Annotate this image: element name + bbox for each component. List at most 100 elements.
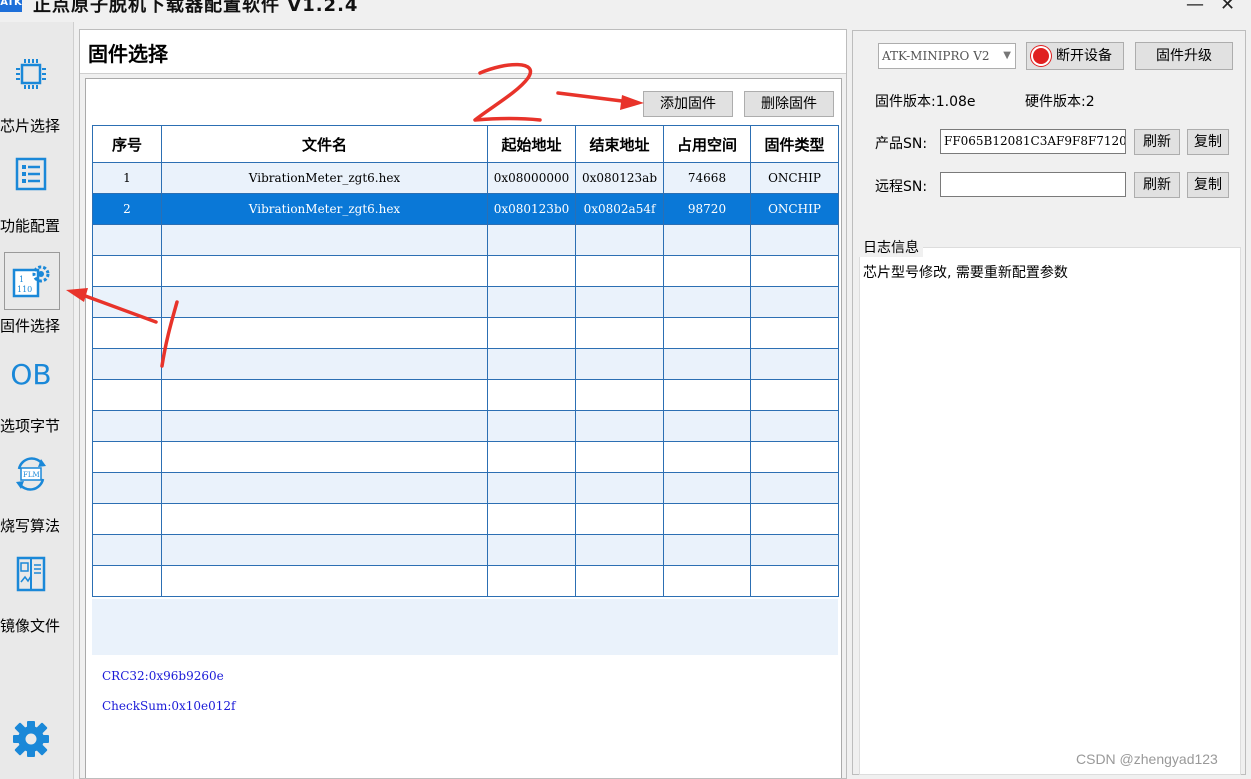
log-title: 日志信息	[859, 237, 923, 257]
minimize-button[interactable]: —	[1186, 0, 1204, 15]
table-cell-empty	[161, 410, 488, 442]
app-logo-icon: ATK	[0, 0, 22, 12]
table-row-empty[interactable]	[92, 348, 839, 380]
close-button[interactable]: ✕	[1220, 0, 1235, 15]
device-panel: ATK-MINIPRO V2 ▼ 断开设备 固件升级 固件版本:1.08e 硬件…	[852, 30, 1246, 775]
table-row-empty[interactable]	[92, 410, 839, 442]
sidebar-item-firmware-select[interactable]: 1 110 固件选择	[0, 222, 74, 335]
table-cell-empty	[487, 348, 576, 380]
table-cell-empty	[750, 534, 839, 566]
watermark: CSDN @zhengyad123	[1076, 751, 1218, 767]
table-cell-empty	[575, 317, 664, 349]
device-select[interactable]: ATK-MINIPRO V2 ▼	[878, 43, 1016, 69]
cell-start-address: 0x080123b0	[487, 193, 576, 225]
cell-start-address: 0x08000000	[487, 162, 576, 194]
table-cell-empty	[487, 379, 576, 411]
table-row-empty[interactable]	[92, 317, 839, 349]
table-cell-empty	[663, 255, 751, 287]
table-cell-empty	[663, 224, 751, 256]
table-cell-empty	[750, 379, 839, 411]
sidebar-item-chip-select[interactable]: 芯片选择	[0, 22, 74, 135]
sidebar-item-flash-algorithm[interactable]: FLM 烧写算法	[0, 422, 74, 535]
table-cell-empty	[750, 472, 839, 504]
refresh-remote-sn-button[interactable]: 刷新	[1134, 172, 1180, 198]
column-header-index[interactable]: 序号	[92, 125, 162, 163]
table-cell-empty	[92, 441, 162, 473]
refresh-product-sn-button[interactable]: 刷新	[1134, 129, 1180, 155]
table-cell-empty	[663, 286, 751, 318]
table-row-empty[interactable]	[92, 286, 839, 318]
table-cell-empty	[575, 255, 664, 287]
table-cell-empty	[487, 224, 576, 256]
column-header-start-address[interactable]: 起始地址	[487, 125, 576, 163]
table-cell-empty	[750, 317, 839, 349]
remote-sn-label: 远程SN:	[875, 179, 928, 195]
chevron-down-icon: ▼	[1003, 50, 1011, 61]
table-cell-empty	[663, 348, 751, 380]
table-cell-empty	[750, 441, 839, 473]
cell-index: 1	[92, 162, 162, 194]
table-cell-empty	[92, 224, 162, 256]
column-header-filename[interactable]: 文件名	[161, 125, 488, 163]
copy-remote-sn-button[interactable]: 复制	[1187, 172, 1229, 198]
table-cell-empty	[750, 565, 839, 597]
table-row-empty[interactable]	[92, 503, 839, 535]
table-cell-empty	[92, 379, 162, 411]
table-row-empty[interactable]	[92, 255, 839, 287]
table-row-empty[interactable]	[92, 441, 839, 473]
window-title: 正点原子脱机下载器配置软件 V1.2.4	[33, 0, 359, 16]
product-sn-label: 产品SN:	[875, 136, 928, 152]
panel-header: 固件选择	[80, 30, 846, 74]
cell-filename: VibrationMeter_zgt6.hex	[161, 193, 488, 225]
table-cell-empty	[161, 348, 488, 380]
log-message: 芯片型号修改, 需要重新配置参数	[863, 265, 1068, 281]
table-cell-empty	[575, 503, 664, 535]
table-row-empty[interactable]	[92, 379, 839, 411]
disconnect-device-button[interactable]: 断开设备	[1026, 42, 1124, 70]
sidebar-item-option-bytes[interactable]: OB 选项字节	[0, 322, 74, 436]
column-header-end-address[interactable]: 结束地址	[575, 125, 664, 163]
cell-type: ONCHIP	[750, 162, 839, 194]
add-firmware-button[interactable]: 添加固件	[643, 91, 733, 117]
table-cell-empty	[750, 348, 839, 380]
table-cell-empty	[92, 534, 162, 566]
sidebar-item-image-file[interactable]: 镜像文件	[0, 522, 74, 635]
table-cell-empty	[161, 472, 488, 504]
cell-index: 2	[92, 193, 162, 225]
sidebar-item-label: 镜像文件	[0, 617, 61, 635]
table-cell-empty	[487, 472, 576, 504]
table-cell-empty	[575, 565, 664, 597]
firmware-upgrade-button[interactable]: 固件升级	[1135, 42, 1233, 70]
sidebar-item-function-config[interactable]: 功能配置	[0, 122, 74, 235]
column-header-size[interactable]: 占用空间	[663, 125, 751, 163]
firmware-version-text: 固件版本:1.08e	[875, 94, 976, 110]
table-row-selected[interactable]: 2 VibrationMeter_zgt6.hex 0x080123b0 0x0…	[92, 193, 839, 225]
table-cell-empty	[750, 503, 839, 535]
table-cell-empty	[575, 379, 664, 411]
table-cell-empty	[487, 565, 576, 597]
table-row[interactable]: 1 VibrationMeter_zgt6.hex 0x08000000 0x0…	[92, 162, 839, 194]
product-sn-field[interactable]: FF065B12081C3AF9F8F7120D	[940, 129, 1126, 154]
table-cell-empty	[575, 441, 664, 473]
gear-icon[interactable]	[10, 718, 52, 760]
table-cell-empty	[575, 534, 664, 566]
table-row-empty[interactable]	[92, 224, 839, 256]
ob-icon: OB	[10, 357, 52, 391]
remote-sn-field[interactable]	[940, 172, 1126, 197]
table-cell-empty	[92, 410, 162, 442]
table-cell-empty	[575, 472, 664, 504]
table-row-empty[interactable]	[92, 472, 839, 504]
copy-product-sn-button[interactable]: 复制	[1187, 129, 1229, 155]
cell-end-address: 0x080123ab	[575, 162, 664, 194]
table-row-empty[interactable]	[92, 565, 839, 597]
config-list-icon	[8, 152, 54, 196]
log-box[interactable]: 芯片型号修改, 需要重新配置参数	[859, 247, 1241, 775]
table-row-empty[interactable]	[92, 534, 839, 566]
column-header-type[interactable]: 固件类型	[750, 125, 839, 163]
table-cell-empty	[750, 410, 839, 442]
cell-end-address: 0x0802a54f	[575, 193, 664, 225]
table-cell-empty	[92, 472, 162, 504]
table-cell-empty	[575, 410, 664, 442]
table-cell-empty	[750, 255, 839, 287]
delete-firmware-button[interactable]: 删除固件	[744, 91, 834, 117]
